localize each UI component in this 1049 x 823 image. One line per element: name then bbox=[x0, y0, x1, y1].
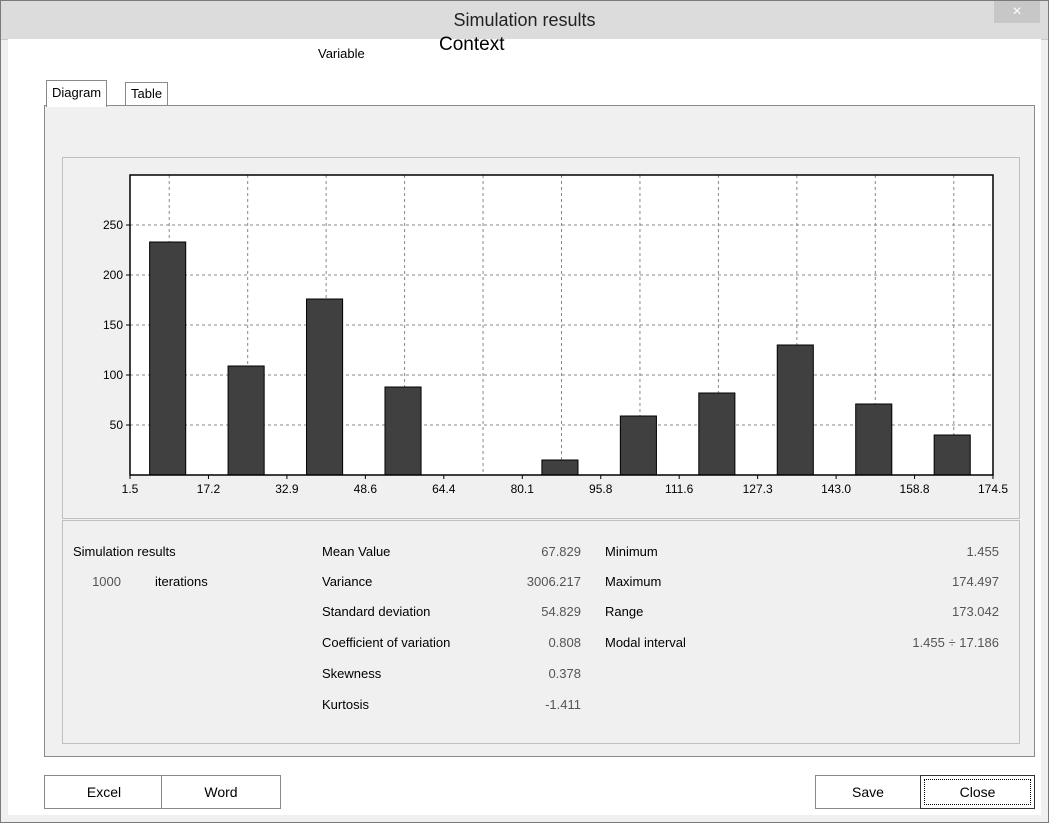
tab-table[interactable]: Table bbox=[125, 82, 169, 105]
variable-label: Variable bbox=[318, 46, 365, 61]
std-value: 54.829 bbox=[541, 604, 581, 619]
x-tick-label: 158.8 bbox=[900, 482, 930, 496]
std-label: Standard deviation bbox=[322, 604, 431, 619]
mean-value: 67.829 bbox=[541, 544, 581, 559]
statistics-panel: Simulation results 1000 iterations Mean … bbox=[62, 520, 1020, 744]
x-tick-label: 95.8 bbox=[589, 482, 613, 496]
histogram-bar bbox=[306, 298, 344, 476]
histogram-bar bbox=[776, 344, 814, 476]
kurtosis-label: Kurtosis bbox=[322, 697, 369, 712]
x-tick-label: 174.5 bbox=[978, 482, 1008, 496]
histogram-bar bbox=[384, 386, 422, 476]
skewness-value: 0.378 bbox=[548, 666, 581, 681]
histogram-bar bbox=[855, 403, 893, 476]
x-tick-label: 1.5 bbox=[122, 482, 139, 496]
y-tick-label: 150 bbox=[103, 318, 123, 332]
cv-value: 0.808 bbox=[548, 635, 581, 650]
save-button[interactable]: Save bbox=[815, 775, 921, 809]
close-button[interactable]: Close bbox=[920, 775, 1035, 809]
iterations-count: 1000 bbox=[92, 574, 121, 589]
histogram-chart: 50 100 150 200 250 1.5 17.2 32.9 48.6 64.4 80.1 95.… bbox=[103, 174, 1008, 496]
skewness-label: Skewness bbox=[322, 666, 382, 681]
stats-heading: Simulation results bbox=[73, 544, 176, 559]
word-button[interactable]: Word bbox=[161, 775, 281, 809]
histogram-bar bbox=[619, 415, 657, 476]
title-bar[interactable]: Simulation results × bbox=[1, 1, 1048, 40]
minimum-label: Minimum bbox=[605, 544, 658, 559]
y-tick-label: 50 bbox=[110, 418, 124, 432]
x-tick-label: 111.6 bbox=[665, 482, 694, 496]
modal-interval-value: 1.455 ÷ 17.186 bbox=[912, 635, 999, 650]
variable-value: Context bbox=[439, 34, 505, 55]
variance-label: Variance bbox=[322, 574, 373, 589]
chart-panel: 50 100 150 200 250 1.5 17.2 32.9 48.6 64.4 80.1 95.… bbox=[62, 157, 1020, 519]
window-title: Simulation results bbox=[453, 10, 596, 30]
close-icon[interactable]: × bbox=[994, 1, 1040, 23]
x-tick-label: 80.1 bbox=[511, 482, 535, 496]
y-tick-label: 100 bbox=[103, 368, 123, 382]
range-value: 173.042 bbox=[952, 604, 999, 619]
x-tick-label: 143.0 bbox=[821, 482, 851, 496]
maximum-label: Maximum bbox=[605, 574, 662, 589]
x-tick-label: 48.6 bbox=[354, 482, 378, 496]
histogram-bar bbox=[149, 241, 187, 476]
iterations-label: iterations bbox=[155, 574, 208, 589]
variance-value: 3006.217 bbox=[526, 574, 581, 589]
histogram-bar bbox=[541, 459, 579, 476]
kurtosis-value: -1.411 bbox=[545, 697, 581, 712]
x-tick-label: 32.9 bbox=[275, 482, 299, 496]
modal-interval-label: Modal interval bbox=[605, 635, 686, 650]
excel-button[interactable]: Excel bbox=[44, 775, 164, 809]
histogram-bar bbox=[698, 392, 736, 476]
tab-diagram[interactable]: Diagram bbox=[46, 80, 108, 107]
x-tick-label: 17.2 bbox=[197, 482, 221, 496]
cv-label: Coefficient of variation bbox=[322, 635, 451, 650]
y-tick-label: 200 bbox=[103, 268, 123, 282]
maximum-value: 174.497 bbox=[952, 574, 999, 589]
range-label: Range bbox=[605, 604, 644, 619]
histogram-bar bbox=[227, 365, 265, 476]
y-tick-label: 250 bbox=[103, 218, 123, 232]
x-tick-label: 127.3 bbox=[743, 482, 773, 496]
histogram-bar bbox=[933, 434, 971, 476]
x-tick-label: 64.4 bbox=[432, 482, 456, 496]
mean-label: Mean Value bbox=[322, 544, 391, 559]
minimum-value: 1.455 bbox=[966, 544, 999, 559]
